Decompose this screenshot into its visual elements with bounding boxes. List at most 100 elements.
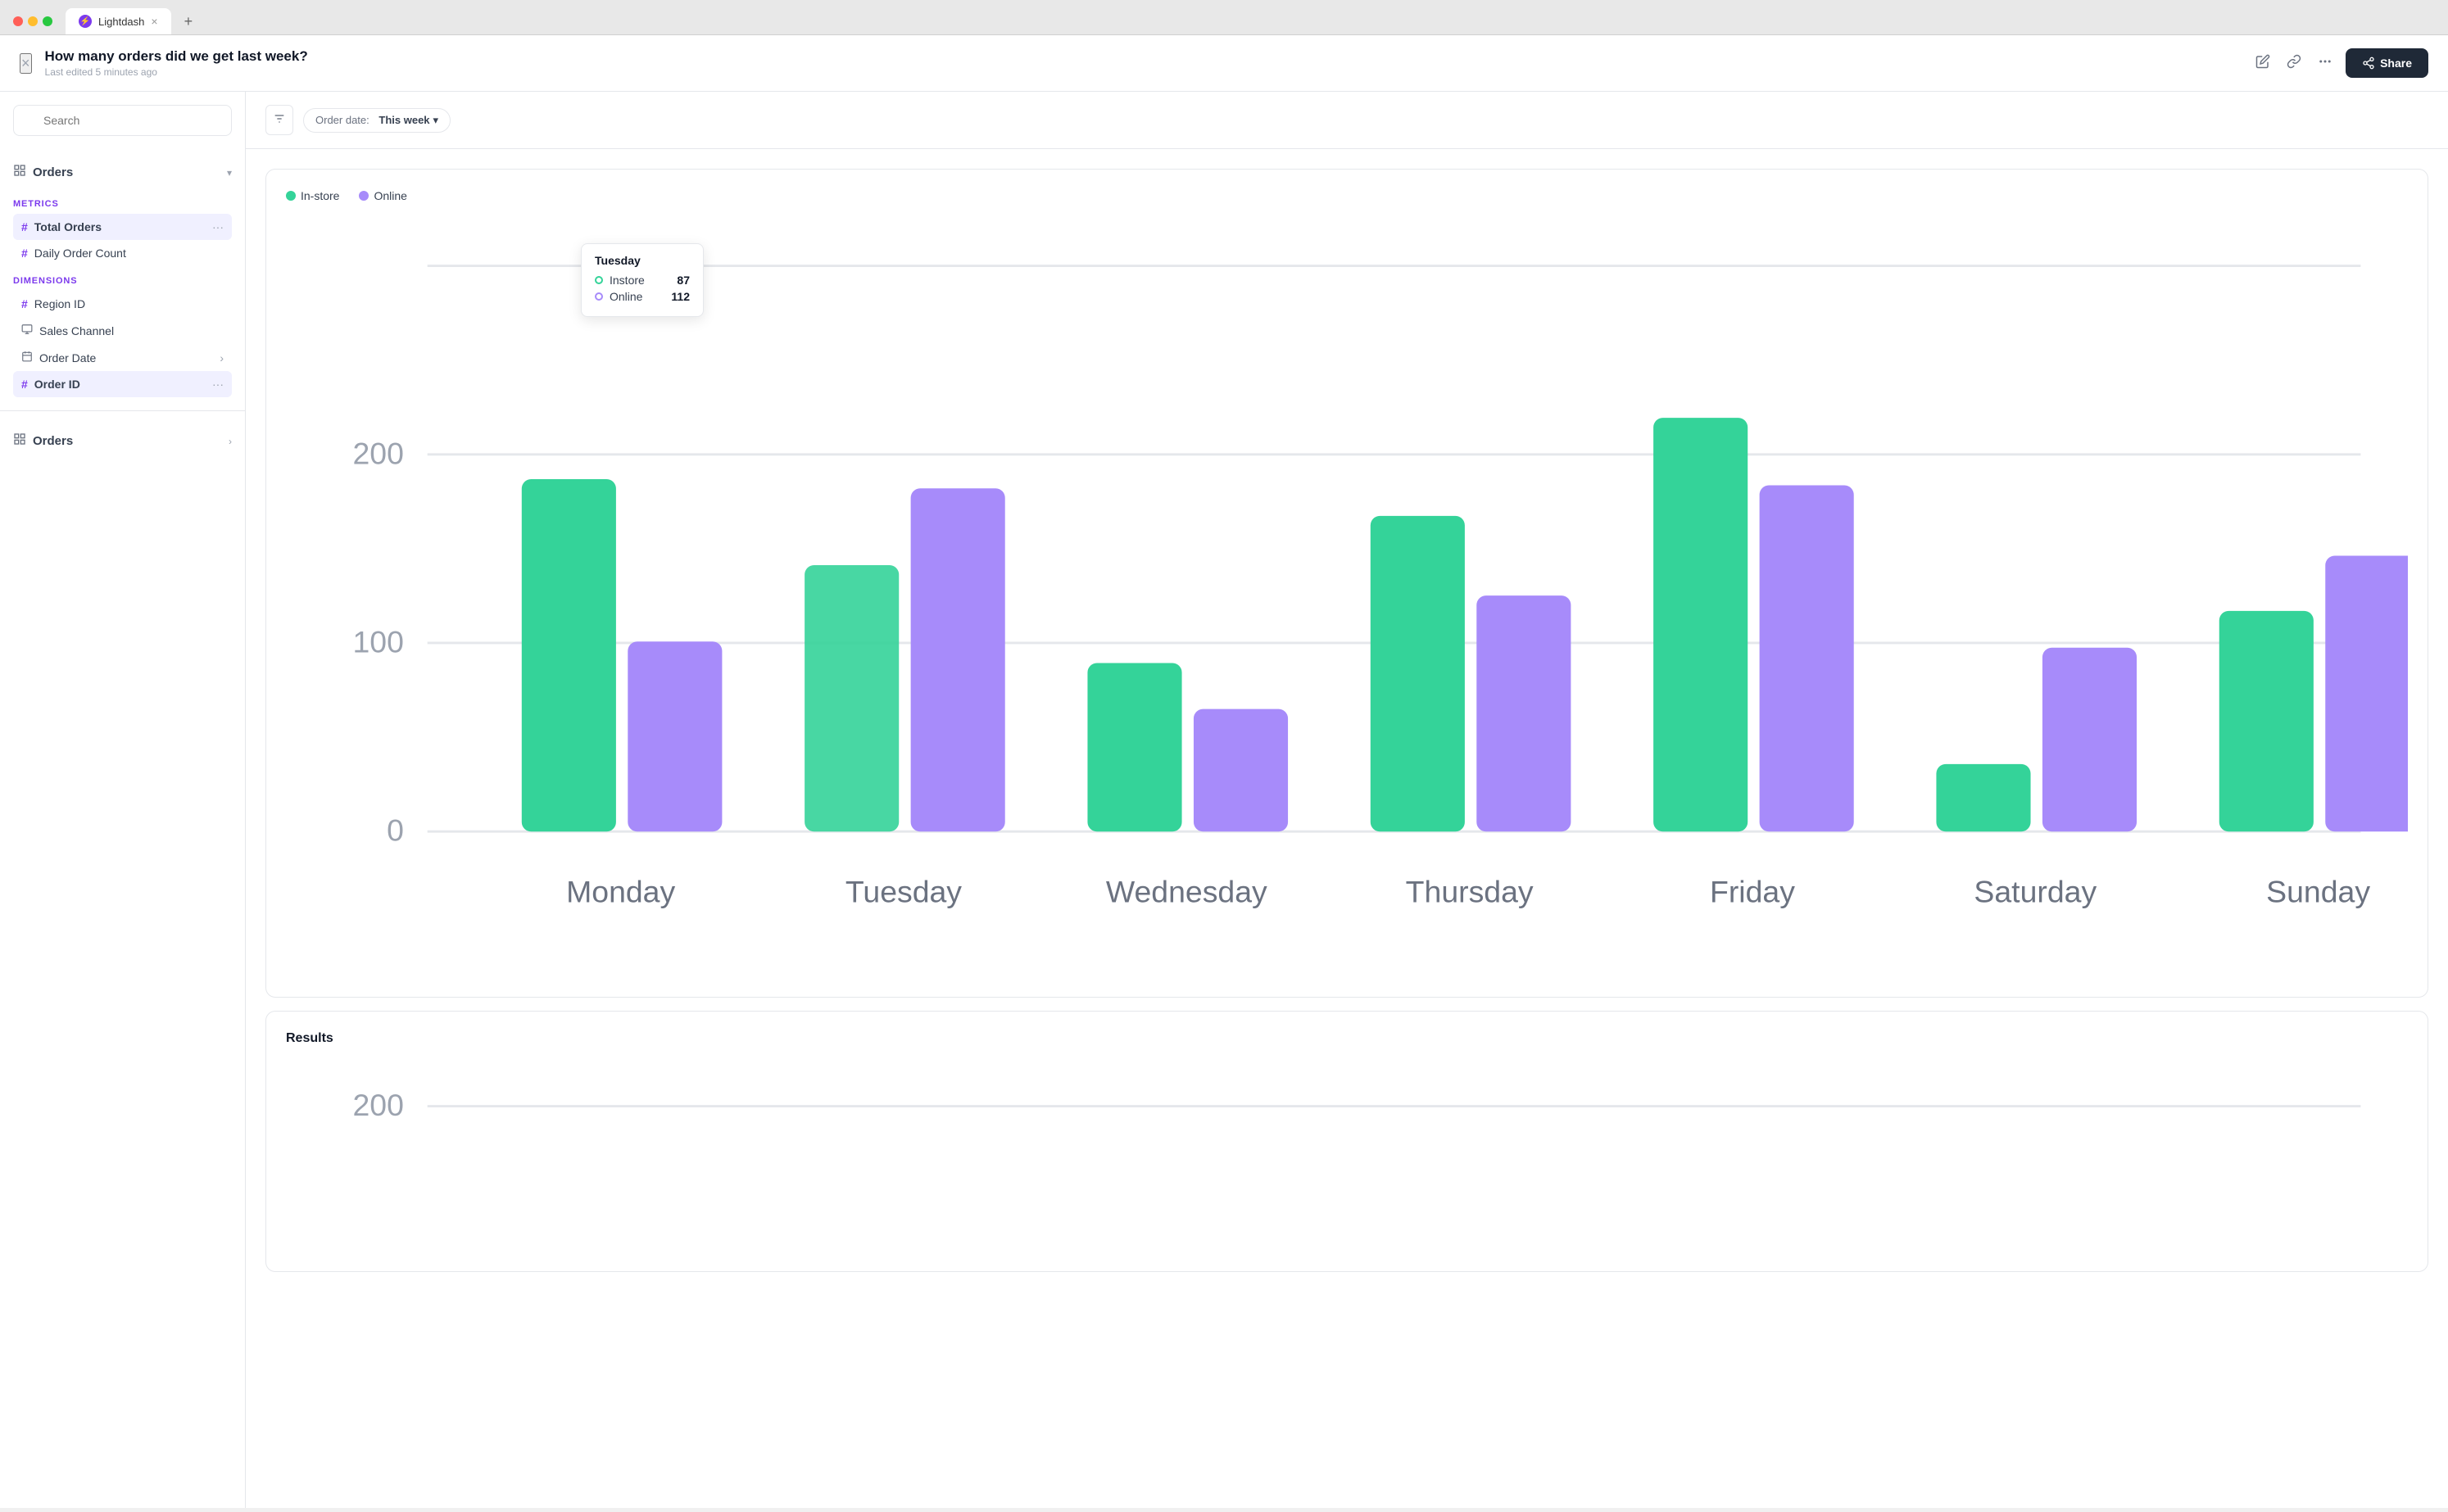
- bar-wednesday-online: [1194, 709, 1288, 832]
- orders-bottom-title-row: Orders: [13, 432, 73, 450]
- filter-chip-label: Order date:: [315, 114, 369, 126]
- svg-text:Thursday: Thursday: [1406, 875, 1534, 909]
- tab-icon: ⚡: [79, 15, 92, 28]
- link-button[interactable]: [2283, 51, 2305, 76]
- traffic-light-red[interactable]: [13, 16, 23, 26]
- total-orders-field[interactable]: # Total Orders ···: [13, 214, 232, 240]
- svg-text:Friday: Friday: [1710, 875, 1795, 909]
- orders-grid-icon: [13, 164, 26, 181]
- share-button[interactable]: Share: [2346, 48, 2428, 78]
- region-id-icon: #: [21, 297, 28, 310]
- dimensions-category-label: DIMENSIONS: [13, 266, 232, 291]
- bar-sunday-instore: [2219, 611, 2314, 831]
- tab-close-button[interactable]: ×: [151, 15, 157, 28]
- legend-online-label: Online: [374, 189, 406, 202]
- page-title: How many orders did we get last week?: [45, 48, 2253, 65]
- legend-instore: In-store: [286, 189, 339, 202]
- metrics-category-label: METRICS: [13, 189, 232, 214]
- total-orders-label: Total Orders: [34, 220, 206, 233]
- edit-button[interactable]: [2252, 51, 2273, 76]
- search-container: [0, 92, 245, 149]
- tooltip-online-label: Online: [610, 290, 664, 303]
- orders-bottom-section: Orders ›: [0, 418, 245, 464]
- tab-title: Lightdash: [98, 16, 144, 28]
- more-button[interactable]: [2314, 51, 2336, 76]
- total-orders-menu-icon[interactable]: ···: [212, 220, 224, 233]
- filter-bar: Order date: This week ▾: [246, 92, 2448, 149]
- bar-saturday-instore: [1936, 764, 2030, 831]
- legend-instore-label: In-store: [301, 189, 339, 202]
- orders-section-header[interactable]: Orders ▾: [13, 156, 232, 189]
- results-title: Results: [286, 1031, 2408, 1046]
- legend-online-dot: [359, 191, 369, 201]
- header: × How many orders did we get last week? …: [0, 35, 2448, 92]
- tooltip-online-row: Online 112: [595, 290, 690, 303]
- browser-tab[interactable]: ⚡ Lightdash ×: [66, 8, 171, 34]
- header-actions: Share: [2252, 48, 2428, 78]
- search-wrapper: [13, 105, 232, 136]
- order-id-menu-icon[interactable]: ···: [212, 378, 224, 391]
- svg-text:Saturday: Saturday: [1974, 875, 2097, 909]
- tooltip-instore-label: Instore: [610, 274, 670, 287]
- chart-container: 0 100 200: [286, 219, 2408, 977]
- orders-bottom-chevron-icon: ›: [229, 436, 232, 447]
- chart-section: In-store Online: [246, 149, 2448, 1508]
- sales-channel-field[interactable]: Sales Channel: [13, 317, 232, 344]
- bar-friday-instore: [1653, 418, 1748, 831]
- tooltip-title: Tuesday: [595, 254, 690, 267]
- daily-order-count-field[interactable]: # Daily Order Count: [13, 240, 232, 266]
- sidebar: Orders ▾ METRICS # Total Orders ··· # Da…: [0, 92, 246, 1508]
- bar-chart: 0 100 200: [286, 219, 2408, 973]
- svg-text:200: 200: [352, 436, 403, 470]
- total-orders-icon: #: [21, 220, 28, 233]
- filter-chip-value: This week: [379, 114, 429, 126]
- content-area: Orders ▾ METRICS # Total Orders ··· # Da…: [0, 92, 2448, 1508]
- orders-bottom-section-header[interactable]: Orders ›: [13, 424, 232, 458]
- traffic-light-green[interactable]: [43, 16, 52, 26]
- bar-tuesday-online: [911, 488, 1005, 831]
- region-id-field[interactable]: # Region ID: [13, 291, 232, 317]
- tooltip-online-dot: [595, 292, 603, 301]
- bar-thursday-online: [1476, 595, 1571, 831]
- chart-legend: In-store Online: [286, 189, 2408, 202]
- sales-channel-label: Sales Channel: [39, 324, 224, 337]
- orders-bottom-grid-icon: [13, 432, 26, 450]
- results-mini-chart: 200: [286, 1059, 2408, 1247]
- close-button[interactable]: ×: [20, 53, 32, 74]
- order-date-field[interactable]: Order Date ›: [13, 344, 232, 371]
- chart-tooltip: Tuesday Instore 87 Online 112: [581, 243, 704, 317]
- tooltip-instore-row: Instore 87: [595, 274, 690, 287]
- order-id-field[interactable]: # Order ID ···: [13, 371, 232, 397]
- order-id-icon: #: [21, 378, 28, 391]
- bar-thursday-instore: [1371, 516, 1465, 831]
- svg-text:200: 200: [352, 1088, 403, 1122]
- filter-chip-chevron-icon: ▾: [433, 114, 439, 127]
- svg-text:100: 100: [352, 625, 403, 659]
- search-input[interactable]: [13, 105, 232, 136]
- order-date-filter-chip[interactable]: Order date: This week ▾: [303, 108, 451, 133]
- new-tab-button[interactable]: +: [178, 10, 200, 34]
- svg-text:Monday: Monday: [566, 875, 675, 909]
- header-info: How many orders did we get last week? La…: [45, 48, 2253, 78]
- svg-text:0: 0: [387, 813, 404, 848]
- svg-text:Wednesday: Wednesday: [1106, 875, 1267, 909]
- bar-saturday-online: [2042, 648, 2137, 831]
- filter-settings-button[interactable]: [265, 105, 293, 135]
- chart-card: In-store Online: [265, 169, 2428, 998]
- tooltip-instore-value: 87: [677, 274, 690, 287]
- traffic-light-yellow[interactable]: [28, 16, 38, 26]
- orders-section-title-row: Orders: [13, 164, 73, 181]
- bar-sunday-online: [2325, 556, 2408, 832]
- bar-monday-instore: [522, 479, 616, 831]
- page-subtitle: Last edited 5 minutes ago: [45, 66, 2253, 78]
- orders-top-section: Orders ▾ METRICS # Total Orders ··· # Da…: [0, 149, 245, 404]
- daily-order-count-label: Daily Order Count: [34, 247, 224, 260]
- app: × How many orders did we get last week? …: [0, 35, 2448, 1508]
- main-content: Order date: This week ▾ In-store: [246, 92, 2448, 1508]
- browser-chrome: ⚡ Lightdash × +: [0, 0, 2448, 35]
- orders-chevron-icon: ▾: [227, 167, 232, 179]
- share-label: Share: [2380, 57, 2412, 70]
- order-date-chevron-icon[interactable]: ›: [220, 351, 224, 364]
- tooltip-instore-dot: [595, 276, 603, 284]
- order-date-label: Order Date: [39, 351, 213, 364]
